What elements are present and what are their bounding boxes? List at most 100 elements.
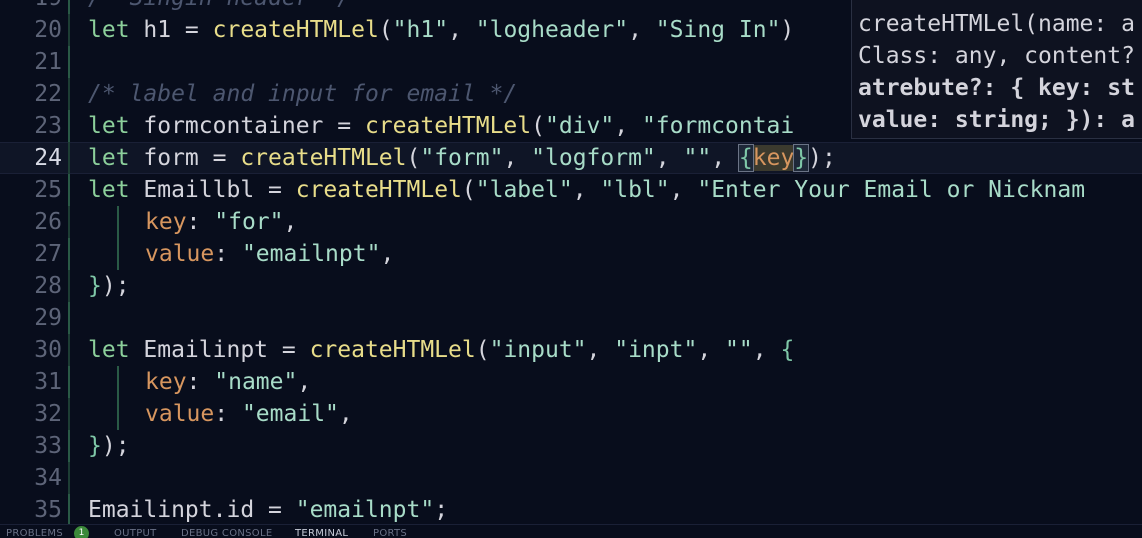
indent-guide [68,174,70,206]
code-line[interactable]: 30 let Emailinpt = createHTMLel("input", … [0,334,1142,366]
code-token: : [214,241,242,267]
code-token: "input" [489,337,587,363]
code-token: "form" [420,145,504,171]
code-token: Emailinpt = [143,337,310,363]
code-token: "Sing In" [655,17,781,43]
code-token: ); [808,145,836,171]
code-token: ( [475,337,490,363]
code-line[interactable]: 26 key: "for", [0,206,1142,238]
code-text: let formcontainer = createHTMLel("div", … [88,110,794,142]
code-token: { [737,144,754,172]
code-text: let Emaillbl = createHTMLel("label", "lb… [88,174,1085,206]
code-token: /* Singin header */ [88,0,351,11]
line-number: 20 [34,17,62,43]
code-token: /* label and input for email */ [88,81,518,107]
code-token: ( [531,113,545,139]
code-line[interactable]: 32 value: "email", [0,398,1142,430]
code-line[interactable]: 29 [0,302,1142,334]
code-token: key [145,209,187,235]
line-number: 23 [34,113,62,139]
indent-guide [68,78,70,110]
code-token: : [186,369,215,395]
code-token: key [752,145,795,171]
indent-guide [68,238,70,270]
problems-count-badge: 1 [74,526,89,538]
line-number: 30 [34,337,62,363]
code-line[interactable]: 31 key: "name", [0,366,1142,398]
code-token: , [297,369,312,395]
code-token: ( [378,17,393,43]
code-line[interactable]: 33}); [0,430,1142,462]
code-token: "div" [544,113,615,139]
line-number: 25 [34,177,62,203]
code-text: }); [88,270,130,302]
code-token: Emailinpt.id = [88,497,296,523]
code-token: "name" [214,369,298,395]
indent-guide [68,270,70,302]
indent-guide-nested [117,206,119,238]
line-number: 35 [34,497,62,523]
indent-guide-nested [117,238,119,270]
code-text: let form = createHTMLel("form", "logform… [88,142,836,174]
code-token: "" [683,145,712,171]
code-token: let [88,337,144,363]
code-token: "Enter Your Email or Nicknam [697,177,1086,203]
code-token: "emailnpt" [241,241,381,267]
indent-guide [68,430,70,462]
code-line[interactable]: 28}); [0,270,1142,302]
indent-guide-nested [117,398,119,430]
line-number: 21 [34,49,62,75]
indent-guide [68,142,70,174]
code-token: } [88,433,102,459]
indent-guide [68,366,70,398]
code-token: createHTMLel [212,17,379,43]
code-token: { [780,337,795,363]
code-token: formcontainer = [143,113,365,139]
code-text: let h1 = createHTMLel("h1", "logheader",… [88,14,794,46]
indent-guide-nested [117,366,119,398]
indent-guide [68,110,70,142]
bottom-panel-tabs: PROBLEMS OUTPUT DEBUG CONSOLE TERMINAL PORTS… [0,524,1142,538]
code-token: , [380,241,395,267]
code-text: value: "emailnpt", [145,238,394,270]
code-token: , [614,113,642,139]
code-line[interactable]: 25 let Emaillbl = createHTMLel("label", "… [0,174,1142,206]
line-number: 32 [34,401,62,427]
code-token: , [752,337,781,363]
code-text: key: "for", [145,206,297,238]
code-token: , [655,145,684,171]
code-line[interactable]: 34 [0,462,1142,494]
code-line[interactable]: 35 Emailinpt.id = "emailnpt"; [0,494,1142,524]
code-token: ); [101,433,130,459]
code-token: , [448,17,476,43]
code-line[interactable]: 27 value: "emailnpt", [0,238,1142,270]
code-token: : [186,209,215,235]
line-number: 34 [34,465,62,491]
code-token: , [503,145,532,171]
code-token: ) [780,17,795,43]
code-token: key [145,369,187,395]
indent-guide [68,398,70,430]
code-token: , [283,209,298,235]
code-token: createHTMLel [364,113,532,139]
code-token: , [628,17,656,43]
code-text: value: "email", [145,398,353,430]
code-token: ( [461,177,476,203]
line-number: 19 [0,0,62,14]
code-token: ; [434,497,449,523]
code-token: createHTMLel [295,177,462,203]
code-token: , [697,337,726,363]
code-token: , [586,337,615,363]
code-token: let [88,177,144,203]
line-number: 27 [34,241,62,267]
indent-guide [68,14,70,46]
tooltip-line: atrebute?: { key: st [858,75,1135,101]
indent-guide [68,462,70,494]
code-line[interactable]: 24 let form = createHTMLel("form", "logfo… [0,142,1142,174]
code-token: : [214,401,242,427]
indent-guide [68,0,70,14]
code-token: let [88,145,144,171]
code-token: "h1" [392,17,449,43]
code-token: "formcontai [641,113,795,139]
code-token: form = [143,145,241,171]
